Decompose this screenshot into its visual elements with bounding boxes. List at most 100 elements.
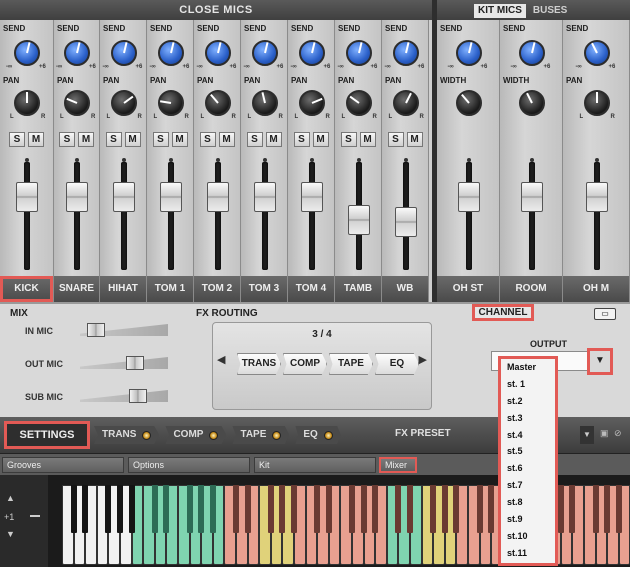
channel-name[interactable]: TOM 1 — [147, 276, 193, 302]
black-key[interactable] — [314, 485, 321, 533]
black-key[interactable] — [615, 485, 622, 533]
black-key[interactable] — [476, 485, 483, 533]
channel-name[interactable]: ROOM — [500, 276, 562, 302]
channel-name[interactable]: TOM 3 — [241, 276, 287, 302]
page-tab[interactable]: Kit — [254, 457, 376, 473]
black-key[interactable] — [430, 485, 437, 533]
mute-button[interactable]: M — [218, 132, 235, 147]
fx-chain-item[interactable]: EQ — [295, 426, 341, 444]
solo-button[interactable]: S — [152, 132, 169, 147]
fx-led-icon[interactable] — [272, 430, 282, 440]
kit-tab[interactable]: KIT MICS — [474, 4, 526, 18]
black-key[interactable] — [105, 485, 112, 533]
pan-knob[interactable] — [157, 90, 184, 116]
fx-led-icon[interactable] — [209, 430, 219, 440]
send-knob[interactable] — [298, 40, 325, 66]
solo-button[interactable]: S — [387, 132, 404, 147]
volume-fader[interactable] — [16, 182, 38, 213]
volume-fader[interactable] — [585, 182, 608, 213]
channel-name[interactable]: TAMB — [335, 276, 381, 302]
pan-knob[interactable] — [251, 90, 278, 116]
black-key[interactable] — [441, 485, 448, 533]
solo-button[interactable]: S — [59, 132, 75, 147]
volume-fader[interactable] — [253, 182, 276, 213]
send-knob[interactable] — [455, 40, 482, 66]
volume-fader[interactable] — [112, 182, 135, 213]
fx-led-icon[interactable] — [323, 430, 333, 440]
channel-name[interactable]: OH M — [563, 276, 629, 302]
mute-button[interactable]: M — [78, 132, 94, 147]
black-key[interactable] — [291, 485, 297, 533]
send-knob[interactable] — [345, 40, 372, 66]
page-tab[interactable]: Options — [128, 457, 250, 473]
pan-knob[interactable] — [110, 90, 137, 116]
width-knob[interactable] — [518, 90, 545, 116]
pan-knob[interactable] — [583, 90, 610, 116]
volume-fader[interactable] — [66, 182, 88, 213]
volume-fader[interactable] — [206, 182, 229, 213]
mix-slider-thumb[interactable] — [129, 389, 147, 403]
black-key[interactable] — [209, 485, 216, 533]
send-knob[interactable] — [204, 40, 231, 66]
black-key[interactable] — [604, 485, 611, 533]
output-option[interactable]: st.7 — [501, 477, 555, 494]
channel-name[interactable]: WB — [382, 276, 428, 302]
output-option[interactable]: st.10 — [501, 528, 555, 545]
output-option[interactable]: st.9 — [501, 511, 555, 528]
octave-up-icon[interactable]: ▲ — [6, 493, 15, 503]
black-key[interactable] — [244, 485, 251, 533]
black-key[interactable] — [453, 485, 460, 533]
pan-knob[interactable] — [14, 90, 40, 116]
channel-name[interactable]: HIHAT — [100, 276, 146, 302]
solo-button[interactable]: S — [199, 132, 216, 147]
black-key[interactable] — [569, 485, 576, 533]
mute-button[interactable]: M — [171, 132, 188, 147]
output-option[interactable]: st.11 — [501, 545, 555, 562]
mute-button[interactable]: M — [124, 132, 141, 147]
volume-fader[interactable] — [347, 204, 370, 235]
width-knob[interactable] — [455, 90, 482, 116]
pan-knob[interactable] — [204, 90, 231, 116]
volume-fader[interactable] — [394, 207, 417, 238]
black-key[interactable] — [163, 485, 170, 533]
channel-name[interactable]: OH ST — [437, 276, 499, 302]
page-tab[interactable]: Mixer — [379, 457, 417, 473]
send-knob[interactable] — [518, 40, 545, 66]
output-option[interactable]: st.3 — [501, 410, 555, 427]
output-option[interactable]: st.8 — [501, 494, 555, 511]
output-option[interactable]: Master — [501, 359, 555, 376]
solo-button[interactable]: S — [105, 132, 122, 147]
fx-module[interactable]: EQ — [375, 353, 419, 375]
mix-slider-thumb[interactable] — [87, 323, 105, 337]
pan-knob[interactable] — [64, 90, 90, 116]
black-key[interactable] — [349, 485, 355, 533]
fx-chain-item[interactable]: TRANS — [94, 426, 160, 444]
solo-button[interactable]: S — [246, 132, 263, 147]
volume-fader[interactable] — [520, 182, 543, 213]
send-knob[interactable] — [64, 40, 90, 66]
mix-slider-thumb[interactable] — [125, 356, 144, 370]
fx-module[interactable]: COMP — [283, 353, 327, 375]
pan-knob[interactable] — [392, 90, 419, 116]
volume-fader[interactable] — [300, 182, 323, 213]
solo-button[interactable]: S — [340, 132, 357, 147]
fx-module[interactable]: TRANS — [237, 353, 281, 375]
octave-down-icon[interactable]: ▼ — [6, 529, 15, 539]
output-option[interactable]: st. 1 — [501, 376, 555, 393]
black-key[interactable] — [407, 485, 413, 533]
channel-name[interactable]: TOM 2 — [194, 276, 240, 302]
black-key[interactable] — [372, 485, 379, 533]
black-key[interactable] — [198, 485, 205, 533]
send-knob[interactable] — [251, 40, 278, 66]
black-key[interactable] — [128, 485, 135, 533]
black-key[interactable] — [117, 485, 123, 533]
black-key[interactable] — [360, 485, 367, 533]
send-knob[interactable] — [110, 40, 137, 66]
output-option[interactable]: st.6 — [501, 460, 555, 477]
channel-name[interactable]: TOM 4 — [288, 276, 334, 302]
save-icon[interactable]: ▣ — [600, 428, 609, 439]
black-key[interactable] — [325, 485, 332, 533]
send-knob[interactable] — [157, 40, 184, 66]
mute-button[interactable]: M — [406, 132, 423, 147]
fx-chain-item[interactable]: TAPE — [232, 426, 290, 444]
